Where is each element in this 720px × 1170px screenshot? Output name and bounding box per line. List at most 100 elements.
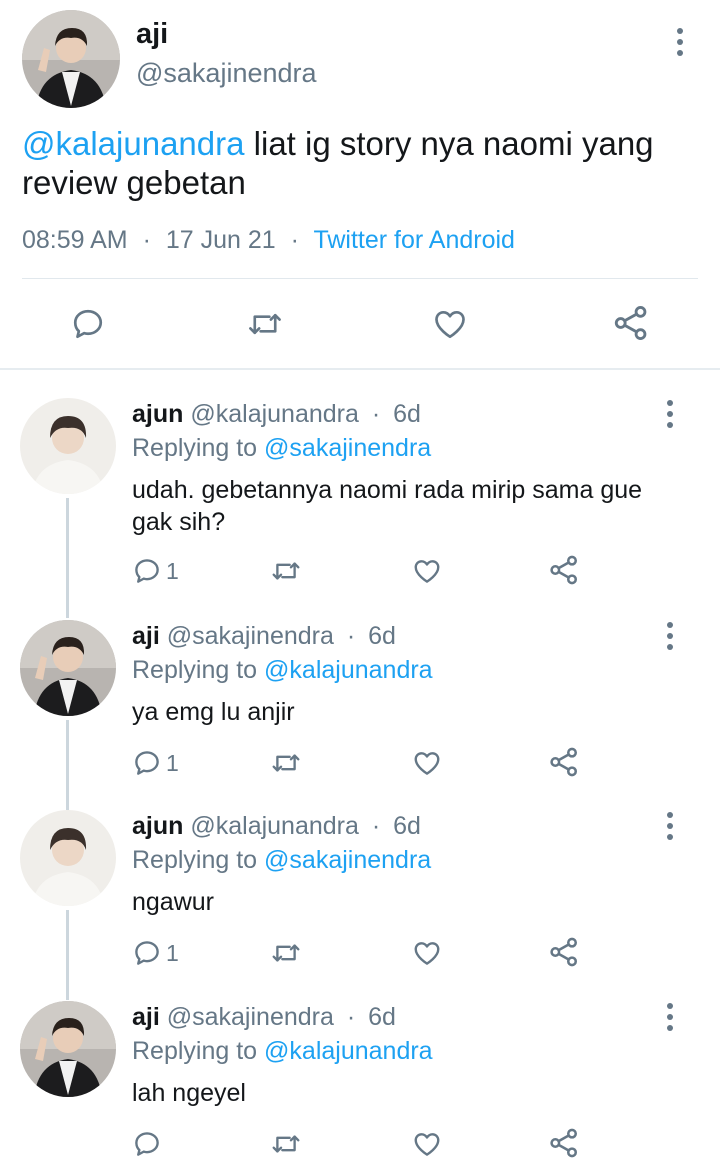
share-button[interactable] [548,1127,580,1159]
retweet-icon [272,562,300,580]
replying-to: Replying to @kalajunandra [132,1037,433,1066]
reply-icon [73,309,103,339]
reply-button[interactable] [132,1129,166,1159]
meta-separator: · [346,1003,356,1031]
replying-label: Replying to [132,846,265,874]
reply-header: ajun @kalajunandra · 6d [132,812,421,841]
retweet-icon [272,1135,300,1153]
avatar[interactable] [20,620,116,716]
more-options-icon[interactable] [658,1001,682,1033]
reply-button[interactable]: 1 [132,938,179,968]
meta-separator: · [371,400,381,428]
replying-to: Replying to @sakajinendra [132,434,431,463]
tweet-text: @kalajunandra liat ig story nya naomi ya… [22,124,682,202]
share-button[interactable] [548,936,580,968]
mention-link[interactable]: @sakajinendra [264,434,431,462]
retweet-icon [249,313,281,335]
author-handle[interactable]: @kalajunandra [190,812,359,840]
replying-label: Replying to [132,656,265,684]
mention-link[interactable]: @sakajinendra [264,846,431,874]
share-button[interactable] [548,746,580,778]
divider [0,368,720,370]
thread-line [66,910,69,1000]
tweet-meta: 08:59 AM · 17 Jun 21 · Twitter for Andro… [22,226,515,255]
reply-tweet[interactable]: aji @sakajinendra · 6d Replying to @kala… [0,1001,720,1170]
more-options-icon[interactable] [658,620,682,652]
avatar[interactable] [22,10,120,108]
like-button[interactable] [432,306,468,342]
like-icon [414,752,440,775]
replying-to: Replying to @sakajinendra [132,846,431,875]
reply-icon [135,941,159,965]
author-name[interactable]: ajun [132,400,183,428]
reply-icon [135,1132,159,1156]
author-handle[interactable]: @sakajinendra [136,58,317,89]
avatar[interactable] [20,1001,116,1097]
author-handle[interactable]: @kalajunandra [190,400,359,428]
tweet-age: 6d [393,400,421,428]
author-handle[interactable]: @sakajinendra [167,1003,334,1031]
author-name[interactable]: aji [132,1003,160,1031]
reply-tweet[interactable]: ajun @kalajunandra · 6d Replying to @sak… [0,810,720,1000]
avatar[interactable] [20,398,116,494]
like-button[interactable] [412,1129,442,1159]
like-button[interactable] [412,556,442,586]
share-icon [614,306,647,340]
mention-link[interactable]: @kalajunandra [264,656,433,684]
reply-header: aji @sakajinendra · 6d [132,1003,396,1032]
reply-text: ngawur [132,888,214,916]
retweet-button[interactable] [246,306,284,342]
more-options-icon[interactable] [668,26,692,58]
reply-button[interactable]: 1 [132,556,179,586]
like-icon [435,310,465,339]
retweet-button[interactable] [270,938,302,968]
like-icon [414,560,440,583]
author-handle[interactable]: @sakajinendra [167,622,334,650]
retweet-button[interactable] [270,748,302,778]
tweet-age: 6d [368,1003,396,1031]
reply-text: udah. gebetannya naomi rada mirip sama g… [132,476,643,536]
mention-link[interactable]: @kalajunandra [22,125,244,162]
reply-header: ajun @kalajunandra · 6d [132,400,421,429]
meta-separator: · [290,226,299,254]
replying-to: Replying to @kalajunandra [132,656,433,685]
share-button[interactable] [612,304,650,342]
like-icon [414,1133,440,1156]
share-icon [550,747,577,777]
meta-separator: · [142,226,151,254]
replying-label: Replying to [132,434,265,462]
tweet-time: 08:59 AM [22,226,128,254]
more-options-icon[interactable] [658,810,682,842]
replying-label: Replying to [132,1037,265,1065]
reply-tweet[interactable]: ajun @kalajunandra · 6d Replying to @sak… [0,398,720,618]
reply-button[interactable] [70,306,106,342]
meta-separator: · [346,622,356,650]
like-button[interactable] [412,938,442,968]
meta-separator: · [371,812,381,840]
like-icon [414,942,440,965]
like-button[interactable] [412,748,442,778]
tweet-source-link[interactable]: Twitter for Android [313,226,514,254]
thread-line [66,498,69,618]
retweet-button[interactable] [270,556,302,586]
share-icon [550,555,577,585]
tweet-age: 6d [368,622,396,650]
author-name[interactable]: aji [136,18,168,51]
reply-text: ya emg lu anjir [132,698,295,726]
retweet-button[interactable] [270,1129,302,1159]
more-options-icon[interactable] [658,398,682,430]
reply-icon [135,559,159,583]
reply-count: 1 [166,557,179,584]
share-icon [550,1128,577,1158]
avatar[interactable] [20,810,116,906]
reply-text: lah ngeyel [132,1079,246,1107]
main-tweet: aji @sakajinendra @kalajunandra liat ig … [0,0,720,370]
author-name[interactable]: ajun [132,812,183,840]
reply-header: aji @sakajinendra · 6d [132,622,396,651]
share-button[interactable] [548,554,580,586]
mention-link[interactable]: @kalajunandra [264,1037,433,1065]
thread-line [66,720,69,810]
reply-tweet[interactable]: aji @sakajinendra · 6d Replying to @kala… [0,620,720,810]
author-name[interactable]: aji [132,622,160,650]
reply-button[interactable]: 1 [132,748,179,778]
